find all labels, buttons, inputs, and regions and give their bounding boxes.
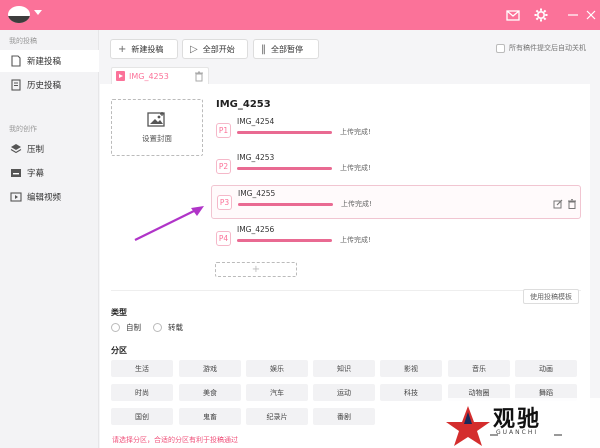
part-item[interactable]: P2 IMG_4253 上传完成! bbox=[211, 150, 581, 184]
part-item-selected[interactable]: P3 IMG_4255 上传完成! bbox=[211, 185, 581, 219]
sidebar-item-edit-video[interactable]: 编辑视频 bbox=[0, 186, 99, 208]
zone-option[interactable]: 游戏 bbox=[179, 360, 241, 377]
zone-option[interactable]: 国创 bbox=[111, 408, 173, 425]
divider bbox=[111, 290, 581, 291]
radio-circle[interactable] bbox=[153, 323, 162, 332]
part-name: IMG_4254 bbox=[237, 117, 275, 126]
part-name: IMG_4253 bbox=[237, 153, 275, 162]
radio-label: 转载 bbox=[168, 323, 183, 332]
zone-option[interactable]: 纪录片 bbox=[246, 408, 308, 425]
pause-icon: ‖ bbox=[261, 43, 266, 55]
zone-option[interactable]: 影视 bbox=[380, 360, 442, 377]
file-icon bbox=[11, 55, 21, 67]
zone-option[interactable]: 美食 bbox=[179, 384, 241, 401]
part-badge: P3 bbox=[217, 195, 232, 210]
zone-option[interactable]: 娱乐 bbox=[246, 360, 308, 377]
cover-label: 设置封面 bbox=[142, 134, 172, 143]
file-tab[interactable]: IMG_4253 bbox=[111, 67, 209, 84]
title-bar bbox=[0, 0, 600, 30]
sidebar-item-history[interactable]: 历史投稿 bbox=[0, 74, 99, 96]
layers-icon bbox=[10, 144, 22, 154]
part-status: 上传完成! bbox=[340, 164, 371, 172]
progress-bar bbox=[237, 239, 332, 242]
pause-all-button[interactable]: ‖ 全部暂停 bbox=[253, 39, 319, 59]
part-item[interactable]: P4 IMG_4256 上传完成! bbox=[211, 222, 581, 256]
document-icon bbox=[11, 79, 21, 91]
progress-bar bbox=[237, 167, 332, 170]
minimize-icon[interactable] bbox=[566, 8, 580, 22]
button-label: 新建投稿 bbox=[131, 44, 164, 54]
zone-option[interactable]: 音乐 bbox=[448, 360, 510, 377]
type-heading: 类型 bbox=[111, 308, 127, 317]
sidebar-item-label: 历史投稿 bbox=[27, 81, 62, 91]
zone-option[interactable]: 动画 bbox=[515, 360, 577, 377]
radio-circle[interactable] bbox=[111, 323, 120, 332]
zone-heading: 分区 bbox=[111, 346, 127, 355]
video-edit-icon bbox=[10, 192, 22, 202]
use-template-button[interactable]: 使用投稿模板 bbox=[523, 289, 579, 304]
type-radio-original[interactable]: 自制 bbox=[111, 322, 141, 333]
checkbox-label: 所有稿件提交后自动关机 bbox=[509, 44, 586, 52]
zone-option[interactable]: 科技 bbox=[380, 384, 442, 401]
file-tab-name: IMG_4253 bbox=[129, 71, 169, 81]
part-name: IMG_4256 bbox=[237, 225, 275, 234]
zone-option[interactable]: 运动 bbox=[313, 384, 375, 401]
progress-bar bbox=[237, 131, 332, 134]
part-item[interactable]: P1 IMG_4254 上传完成! bbox=[211, 114, 581, 148]
part-name: IMG_4255 bbox=[238, 189, 276, 198]
sidebar-item-label: 字幕 bbox=[27, 169, 45, 179]
zone-option[interactable]: 时尚 bbox=[111, 384, 173, 401]
zone-option[interactable]: 生活 bbox=[111, 360, 173, 377]
chevron-down-icon[interactable] bbox=[34, 10, 42, 15]
sidebar-item-compress[interactable]: 压制 bbox=[0, 138, 99, 160]
part-badge: P1 bbox=[216, 123, 231, 138]
part-status: 上传完成! bbox=[340, 236, 371, 244]
close-icon[interactable] bbox=[584, 8, 598, 22]
image-icon bbox=[147, 112, 165, 127]
sidebar-item-label: 压制 bbox=[27, 145, 45, 155]
zone-hint: 请选择分区，合适的分区有利于投稿通过 bbox=[112, 436, 238, 444]
add-part-button[interactable]: + bbox=[215, 262, 297, 277]
type-radio-repost[interactable]: 转载 bbox=[153, 322, 183, 333]
sidebar-item-subtitle[interactable]: 字幕 bbox=[0, 162, 99, 184]
part-badge: P4 bbox=[216, 231, 231, 246]
button-label: 全部暂停 bbox=[271, 44, 303, 54]
plus-icon: + bbox=[118, 43, 127, 55]
subtitle-icon bbox=[11, 169, 21, 177]
gear-icon[interactable] bbox=[534, 8, 548, 22]
sidebar-group-label: 我的投稿 bbox=[9, 37, 37, 45]
annotation-arrow bbox=[134, 206, 204, 241]
zone-option[interactable]: 知识 bbox=[313, 360, 375, 377]
set-cover-button[interactable]: 设置封面 bbox=[111, 99, 203, 156]
sidebar-group-label: 我的创作 bbox=[9, 125, 37, 133]
play-icon: ▷ bbox=[190, 43, 198, 55]
part-status: 上传完成! bbox=[341, 200, 372, 208]
sidebar-item-label: 编辑视频 bbox=[27, 193, 62, 203]
upload-panel: 设置封面 IMG_4253 P1 IMG_4254 上传完成! P2 IMG_4… bbox=[100, 84, 590, 448]
trash-icon[interactable] bbox=[567, 199, 577, 209]
sidebar-item-new-upload[interactable]: 新建投稿 bbox=[0, 50, 99, 72]
trash-icon[interactable] bbox=[194, 71, 204, 82]
part-status: 上传完成! bbox=[340, 128, 371, 136]
video-title: IMG_4253 bbox=[216, 99, 271, 110]
sidebar: 我的投稿 新建投稿 历史投稿 我的创作 压制 字幕 编辑视频 bbox=[0, 30, 99, 448]
progress-bar bbox=[238, 203, 333, 206]
sidebar-item-label: 新建投稿 bbox=[27, 57, 62, 67]
zone-option[interactable]: 鬼畜 bbox=[179, 408, 241, 425]
zone-option[interactable]: 番剧 bbox=[313, 408, 375, 425]
edit-icon[interactable] bbox=[553, 199, 563, 209]
checkbox-box[interactable] bbox=[496, 43, 505, 53]
app-logo[interactable] bbox=[8, 6, 30, 23]
radio-label: 自制 bbox=[126, 323, 141, 332]
part-badge: P2 bbox=[216, 159, 231, 174]
new-upload-button[interactable]: + 新建投稿 bbox=[110, 39, 178, 59]
button-label: 全部开始 bbox=[202, 44, 235, 54]
video-file-icon bbox=[116, 71, 125, 81]
zone-option[interactable]: 汽车 bbox=[246, 384, 308, 401]
watermark-subtext: GUANCHI bbox=[496, 429, 539, 436]
mail-icon[interactable] bbox=[506, 8, 520, 22]
auto-shutdown-checkbox[interactable]: 所有稿件提交后自动关机 bbox=[496, 43, 586, 53]
start-all-button[interactable]: ▷ 全部开始 bbox=[182, 39, 248, 59]
